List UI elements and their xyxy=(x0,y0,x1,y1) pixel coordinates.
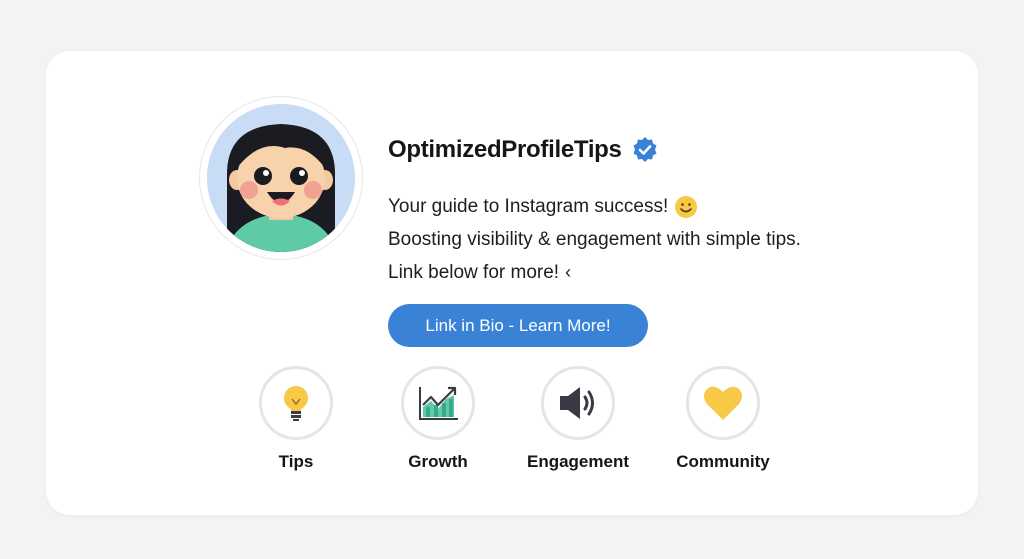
highlight-label: Growth xyxy=(408,452,468,471)
smiling-face-icon xyxy=(675,195,698,218)
megaphone-icon xyxy=(560,387,594,419)
username-row: OptimizedProfileTips xyxy=(388,134,660,166)
bio-line-text: Your guide to Instagram success! xyxy=(388,196,669,217)
highlight-engagement[interactable]: Engagement xyxy=(508,366,648,472)
highlight-community[interactable]: Community xyxy=(653,366,793,472)
highlight-label: Tips xyxy=(278,452,314,471)
bio-line: Boosting visibility & engagement with si… xyxy=(388,223,908,256)
highlight-label: Engagement xyxy=(526,452,630,471)
highlight-circle[interactable] xyxy=(541,366,615,440)
profile-username[interactable]: OptimizedProfileTips xyxy=(388,136,622,164)
bio-line-text: Boosting visibility & engagement with si… xyxy=(388,229,801,250)
lightbulb-icon xyxy=(284,386,308,421)
highlight-label: Community xyxy=(676,452,770,471)
highlight-growth[interactable]: Growth xyxy=(368,366,508,472)
highlight-circle[interactable] xyxy=(401,366,475,440)
highlight-tips[interactable]: Tips xyxy=(226,366,366,472)
bio-line: Link below for more! ‹ xyxy=(388,256,908,289)
growth-chart-icon xyxy=(419,386,458,420)
chevron-left-icon: ‹ xyxy=(565,262,572,282)
verified-check-icon xyxy=(633,137,657,162)
link-in-bio-button[interactable]: Link in Bio - Learn More! xyxy=(388,304,648,347)
highlight-circle[interactable] xyxy=(259,366,333,440)
bio-line-text: Link below for more! xyxy=(388,262,560,283)
profile-avatar[interactable] xyxy=(199,96,363,260)
bio-line: Your guide to Instagram success! xyxy=(388,190,908,223)
cartoon-girl-avatar-icon xyxy=(207,104,355,252)
profile-bio: Your guide to Instagram success! Boostin… xyxy=(388,190,908,289)
highlight-circle[interactable] xyxy=(686,366,760,440)
heart-icon xyxy=(704,386,742,420)
